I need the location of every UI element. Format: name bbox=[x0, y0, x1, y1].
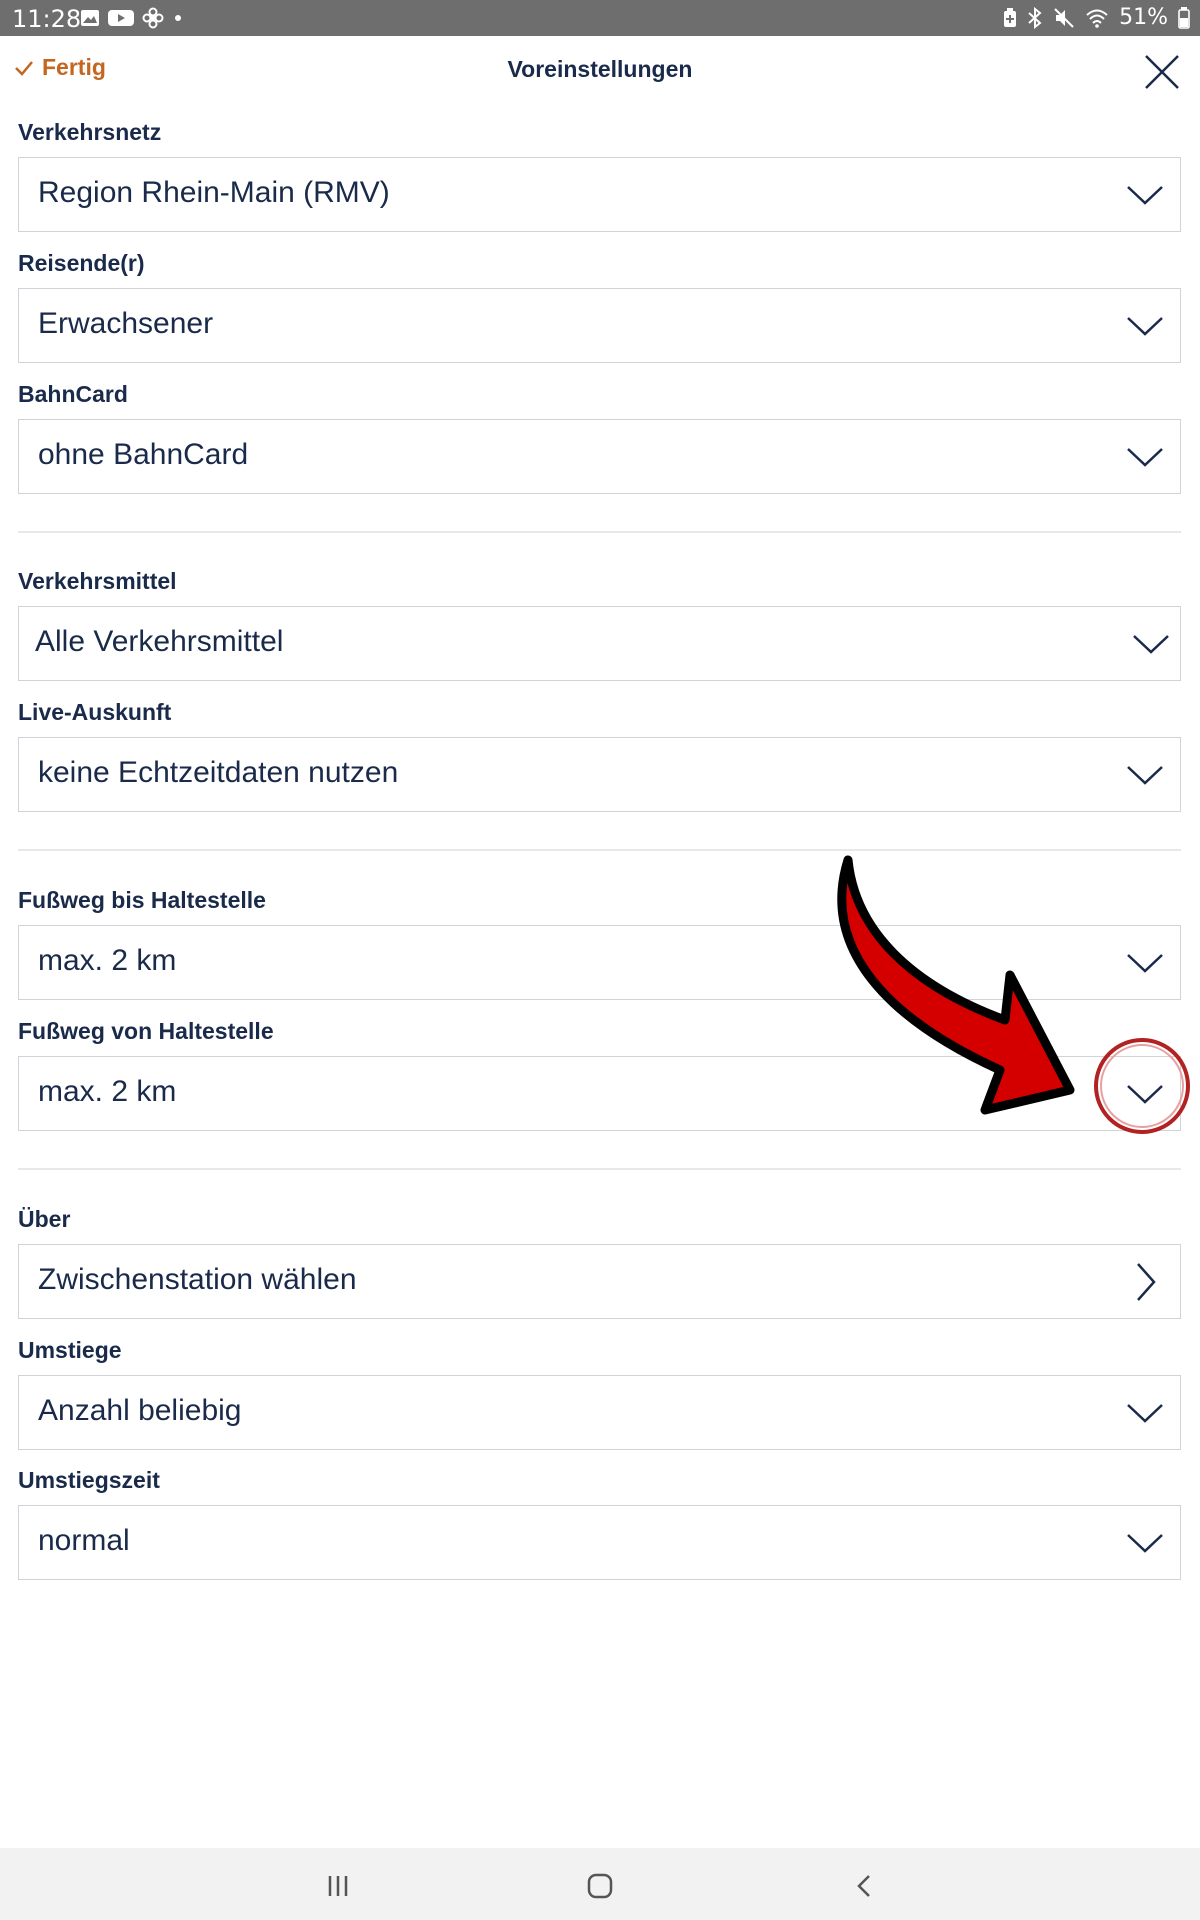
bahncard-value: ohne BahnCard bbox=[38, 438, 249, 471]
header: Fertig Voreinstellungen bbox=[0, 36, 1200, 106]
status-right: 51% bbox=[1003, 5, 1190, 30]
traveller-label: Reisende(r) bbox=[18, 250, 145, 276]
back-icon[interactable] bbox=[845, 1866, 885, 1906]
battery-percent: 51% bbox=[1119, 5, 1168, 30]
live-select[interactable]: keine Echtzeitdaten nutzen bbox=[18, 737, 1181, 812]
transfer-time-label: Umstiegszeit bbox=[18, 1467, 160, 1493]
status-time: 11:28 bbox=[12, 5, 82, 33]
transport-select[interactable]: Alle Verkehrsmittel bbox=[18, 606, 1181, 681]
via-select[interactable]: Zwischenstation wählen bbox=[18, 1244, 1181, 1319]
chevron-down-icon bbox=[1127, 1404, 1163, 1423]
wifi-icon bbox=[1086, 9, 1108, 28]
chevron-down-icon bbox=[1127, 317, 1163, 336]
walk-from-select[interactable]: max. 2 km bbox=[18, 1056, 1181, 1131]
traveller-select[interactable]: Erwachsener bbox=[18, 288, 1181, 363]
close-icon[interactable] bbox=[1142, 52, 1182, 92]
transport-label: Verkehrsmittel bbox=[18, 568, 177, 594]
walk-to-select[interactable]: max. 2 km bbox=[18, 925, 1181, 1000]
youtube-icon bbox=[108, 10, 134, 26]
section-divider bbox=[18, 1168, 1181, 1170]
transport-value: Alle Verkehrsmittel bbox=[35, 625, 284, 658]
chevron-right-icon bbox=[1137, 1263, 1156, 1301]
chevron-down-icon bbox=[1127, 766, 1163, 785]
traveller-value: Erwachsener bbox=[38, 307, 214, 340]
transfers-label: Umstiege bbox=[18, 1337, 122, 1363]
status-bar: 11:28 51% bbox=[0, 0, 1200, 36]
walk-to-label: Fußweg bis Haltestelle bbox=[18, 887, 266, 913]
transfer-time-select[interactable]: normal bbox=[18, 1505, 1181, 1580]
transfers-select[interactable]: Anzahl beliebig bbox=[18, 1375, 1181, 1450]
battery-icon bbox=[1178, 6, 1190, 29]
navigation-bar bbox=[0, 1848, 1200, 1920]
chevron-down-icon bbox=[1127, 1534, 1163, 1553]
section-divider bbox=[18, 531, 1181, 533]
network-value: Region Rhein-Main (RMV) bbox=[38, 176, 390, 209]
transfers-value: Anzahl beliebig bbox=[38, 1394, 242, 1427]
chevron-down-icon bbox=[1127, 1085, 1163, 1104]
image-icon bbox=[81, 10, 99, 26]
fan-icon bbox=[142, 7, 164, 29]
walk-from-value: max. 2 km bbox=[38, 1075, 177, 1108]
dot-icon bbox=[175, 15, 181, 21]
transfer-time-value: normal bbox=[38, 1524, 130, 1557]
section-divider bbox=[18, 849, 1181, 851]
chevron-down-icon bbox=[1127, 448, 1163, 467]
home-icon[interactable] bbox=[580, 1866, 620, 1906]
recent-apps-icon[interactable] bbox=[318, 1866, 358, 1906]
walk-to-value: max. 2 km bbox=[38, 944, 177, 977]
chevron-down-icon bbox=[1127, 954, 1163, 973]
network-select[interactable]: Region Rhein-Main (RMV) bbox=[18, 157, 1181, 232]
chevron-down-icon bbox=[1127, 186, 1163, 205]
mute-icon bbox=[1054, 7, 1074, 28]
page-title: Voreinstellungen bbox=[507, 56, 693, 82]
bahncard-select[interactable]: ohne BahnCard bbox=[18, 419, 1181, 494]
bluetooth-icon bbox=[1028, 6, 1042, 29]
status-left-icons bbox=[80, 7, 184, 29]
chevron-down-icon bbox=[1133, 635, 1169, 654]
walk-from-label: Fußweg von Haltestelle bbox=[18, 1018, 274, 1044]
network-label: Verkehrsnetz bbox=[18, 119, 162, 145]
bahncard-label: BahnCard bbox=[18, 381, 128, 407]
live-label: Live-Auskunft bbox=[18, 699, 172, 725]
battery-saver-icon bbox=[1004, 7, 1017, 27]
via-label: Über bbox=[18, 1206, 71, 1232]
via-value: Zwischenstation wählen bbox=[38, 1263, 357, 1296]
live-value: keine Echtzeitdaten nutzen bbox=[38, 756, 399, 789]
